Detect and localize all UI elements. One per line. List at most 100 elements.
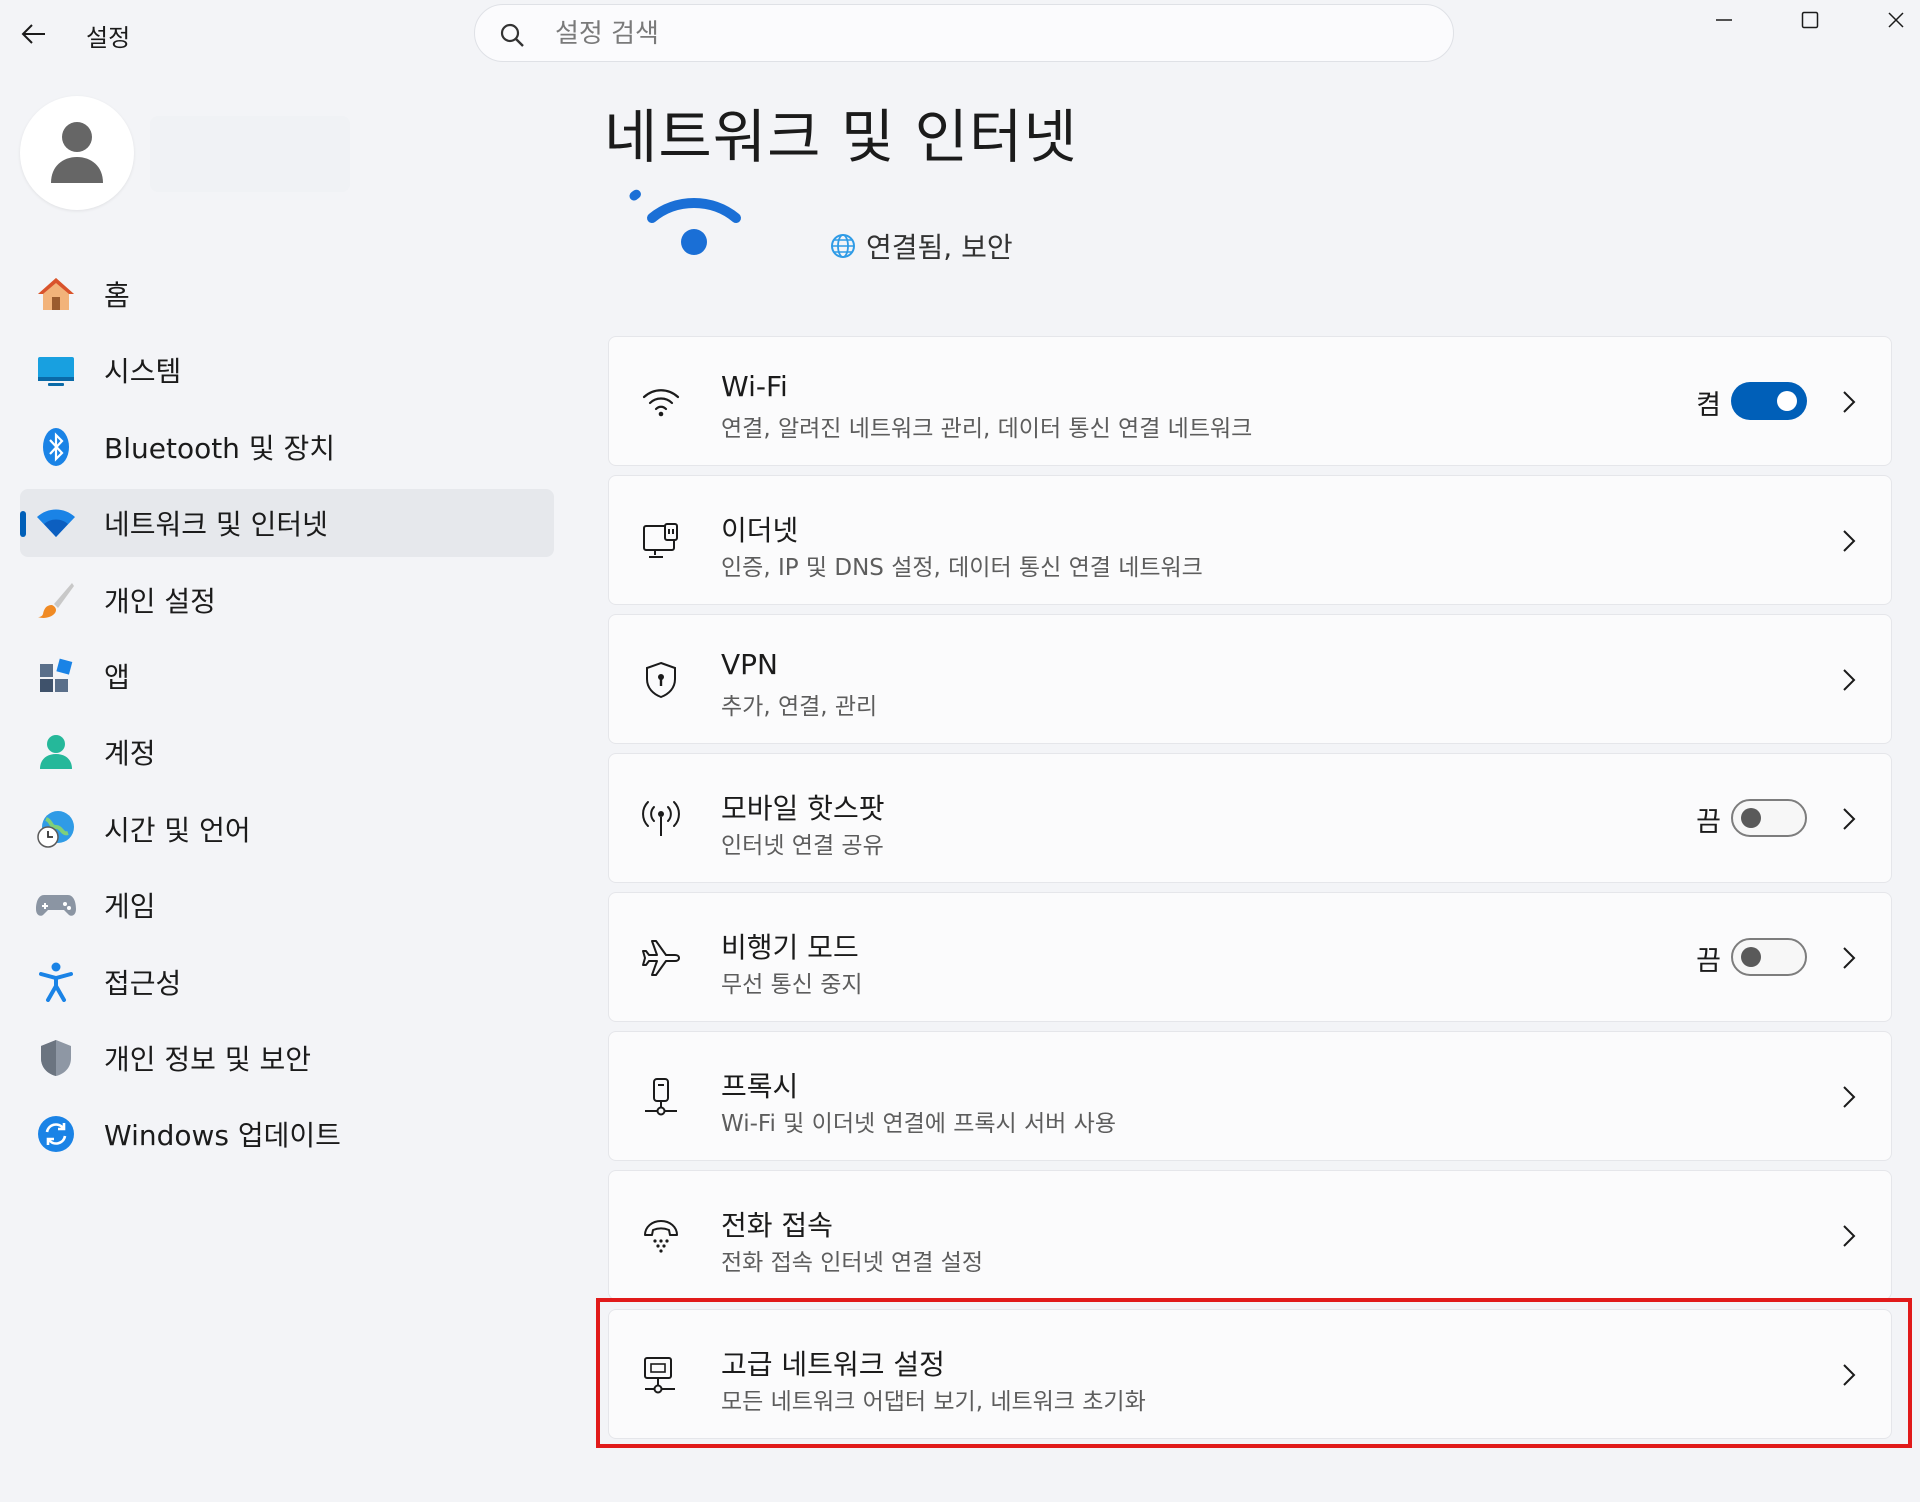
card-title: 모바일 핫스팟 bbox=[721, 792, 885, 825]
title-bar: 설정 bbox=[0, 0, 1920, 70]
sidebar-item-label: 홈 bbox=[104, 279, 130, 312]
chevron-right-icon bbox=[1837, 804, 1861, 834]
network-icon bbox=[36, 503, 76, 543]
search-input[interactable] bbox=[553, 15, 1417, 53]
card-title: 프록시 bbox=[721, 1070, 799, 1103]
card-dial-up[interactable]: 전화 접속 전화 접속 인터넷 연결 설정 bbox=[608, 1170, 1892, 1300]
chevron-right-icon bbox=[1837, 1082, 1861, 1112]
card-wifi[interactable]: Wi-Fi 연결, 알려진 네트워크 관리, 데이터 통신 연결 네트워크 켬 bbox=[608, 336, 1892, 466]
sidebar-item-label: 계정 bbox=[104, 737, 156, 771]
maximize-button[interactable] bbox=[1780, 0, 1840, 40]
card-proxy[interactable]: 프록시 Wi-Fi 및 이더넷 연결에 프록시 서버 사용 bbox=[608, 1031, 1892, 1161]
card-title: Wi-Fi bbox=[721, 370, 788, 403]
card-title: 이더넷 bbox=[721, 514, 799, 547]
time-language-icon bbox=[36, 809, 76, 849]
gamepad-icon bbox=[36, 885, 76, 925]
chevron-right-icon bbox=[1837, 526, 1861, 556]
toggle-knob bbox=[1777, 391, 1797, 411]
account-icon bbox=[36, 732, 76, 772]
search-icon bbox=[500, 23, 524, 47]
system-icon bbox=[36, 350, 76, 390]
card-ethernet[interactable]: 이더넷 인증, IP 및 DNS 설정, 데이터 통신 연결 네트워크 bbox=[608, 475, 1892, 605]
sidebar-item-home[interactable]: 홈 bbox=[20, 260, 554, 328]
chevron-right-icon bbox=[1837, 387, 1861, 417]
search-box[interactable] bbox=[474, 4, 1454, 62]
shield-icon bbox=[36, 1038, 76, 1078]
card-subtitle: 전화 접속 인터넷 연결 설정 bbox=[721, 1250, 984, 1276]
card-subtitle: 추가, 연결, 관리 bbox=[721, 694, 878, 720]
dialup-icon bbox=[641, 1216, 681, 1256]
card-title: 비행기 모드 bbox=[721, 931, 859, 964]
sidebar-item-label: 게임 bbox=[104, 890, 156, 924]
card-subtitle: 인증, IP 및 DNS 설정, 데이터 통신 연결 네트워크 bbox=[721, 555, 1203, 581]
proxy-icon bbox=[641, 1077, 681, 1117]
card-subtitle: 인터넷 연결 공유 bbox=[721, 833, 884, 859]
connection-status: 연결됨, 보안 bbox=[830, 226, 1013, 266]
chevron-right-icon bbox=[1837, 943, 1861, 973]
sidebar-item-privacy[interactable]: 개인 정보 및 보안 bbox=[20, 1024, 554, 1092]
card-title: VPN bbox=[721, 648, 778, 681]
sidebar-item-label: 시간 및 언어 bbox=[104, 813, 251, 847]
update-icon bbox=[36, 1114, 76, 1154]
close-button[interactable] bbox=[1866, 0, 1920, 40]
settings-card-list: Wi-Fi 연결, 알려진 네트워크 관리, 데이터 통신 연결 네트워크 켬 … bbox=[608, 336, 1892, 1448]
sidebar-item-apps[interactable]: 앱 bbox=[20, 642, 554, 710]
avatar bbox=[20, 96, 134, 210]
sidebar-item-windows-update[interactable]: Windows 업데이트 bbox=[20, 1100, 554, 1168]
sidebar-item-bluetooth[interactable]: Bluetooth 및 장치 bbox=[20, 413, 554, 481]
sidebar-item-label: 앱 bbox=[104, 660, 130, 694]
sidebar-item-network[interactable]: 네트워크 및 인터넷 bbox=[20, 489, 554, 558]
card-subtitle: 모든 네트워크 어댑터 보기, 네트워크 초기화 bbox=[721, 1389, 1146, 1415]
toggle-knob bbox=[1741, 808, 1761, 828]
card-subtitle: 무선 통신 중지 bbox=[721, 972, 863, 998]
card-advanced-network-settings[interactable]: 고급 네트워크 설정 모든 네트워크 어댑터 보기, 네트워크 초기화 bbox=[608, 1309, 1892, 1439]
back-button[interactable] bbox=[14, 14, 54, 54]
page-title: 네트워크 및 인터넷 bbox=[604, 103, 1078, 171]
apps-icon bbox=[36, 656, 76, 696]
chevron-right-icon bbox=[1837, 1221, 1861, 1251]
globe-icon bbox=[831, 234, 855, 258]
sidebar-item-label: 개인 설정 bbox=[104, 584, 216, 618]
sidebar-item-label: 시스템 bbox=[104, 355, 182, 389]
profile-name-redacted bbox=[150, 116, 350, 192]
advanced-network-icon bbox=[641, 1355, 681, 1395]
hotspot-toggle[interactable] bbox=[1731, 799, 1807, 837]
card-airplane-mode[interactable]: 비행기 모드 무선 통신 중지 끔 bbox=[608, 892, 1892, 1022]
hotspot-icon bbox=[641, 799, 681, 839]
sidebar-item-accounts[interactable]: 계정 bbox=[20, 718, 554, 786]
sidebar-item-personalization[interactable]: 개인 설정 bbox=[20, 566, 554, 634]
maximize-icon bbox=[1801, 11, 1819, 29]
card-mobile-hotspot[interactable]: 모바일 핫스팟 인터넷 연결 공유 끔 bbox=[608, 753, 1892, 883]
card-vpn[interactable]: VPN 추가, 연결, 관리 bbox=[608, 614, 1892, 744]
minimize-button[interactable] bbox=[1694, 0, 1754, 40]
sidebar-item-label: 접근성 bbox=[104, 966, 182, 1000]
brush-icon bbox=[36, 580, 76, 620]
wifi-toggle[interactable] bbox=[1731, 382, 1807, 420]
sidebar-item-label: Windows 업데이트 bbox=[104, 1119, 341, 1153]
wifi-status-icon bbox=[629, 186, 759, 255]
chevron-right-icon bbox=[1837, 1360, 1861, 1390]
back-arrow-icon bbox=[21, 24, 45, 44]
vpn-shield-icon bbox=[641, 660, 681, 700]
minimize-icon bbox=[1716, 19, 1732, 21]
sidebar-item-label: 네트워크 및 인터넷 bbox=[104, 508, 328, 542]
card-title: 전화 접속 bbox=[721, 1209, 833, 1242]
sidebar-item-label: Bluetooth 및 장치 bbox=[104, 431, 336, 465]
app-title: 설정 bbox=[86, 24, 131, 52]
card-subtitle: Wi-Fi 및 이더넷 연결에 프록시 서버 사용 bbox=[721, 1111, 1116, 1137]
toggle-state-label: 켬 bbox=[1696, 390, 1721, 421]
bluetooth-icon bbox=[36, 427, 76, 467]
wifi-icon bbox=[641, 382, 681, 422]
sidebar-item-time-language[interactable]: 시간 및 언어 bbox=[20, 795, 554, 863]
sidebar-item-gaming[interactable]: 게임 bbox=[20, 871, 554, 939]
airplane-mode-toggle[interactable] bbox=[1731, 938, 1807, 976]
chevron-right-icon bbox=[1837, 665, 1861, 695]
sidebar-item-system[interactable]: 시스템 bbox=[20, 336, 554, 404]
close-icon bbox=[1888, 12, 1904, 28]
sidebar-item-accessibility[interactable]: 접근성 bbox=[20, 948, 554, 1016]
toggle-state-label: 끔 bbox=[1696, 946, 1721, 977]
home-icon bbox=[36, 274, 76, 314]
user-profile[interactable] bbox=[20, 96, 540, 214]
airplane-icon bbox=[641, 938, 681, 978]
ethernet-icon bbox=[641, 521, 681, 561]
